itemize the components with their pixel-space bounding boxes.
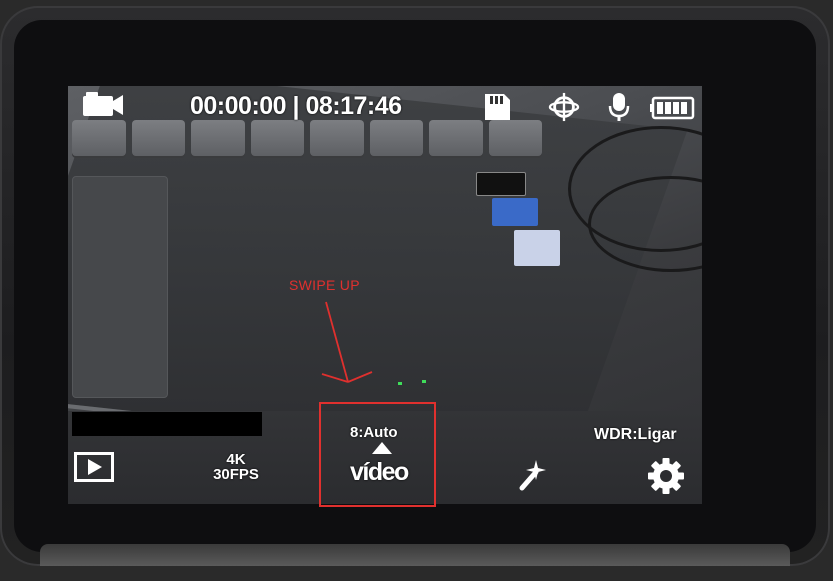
gyro-stabilizer-icon	[548, 92, 580, 122]
scene-sticker	[514, 230, 560, 266]
time-separator: |	[292, 92, 300, 120]
microphone-icon	[608, 93, 630, 121]
recording-timer: 00:00:00 | 08:17:46	[190, 92, 402, 121]
sd-card-icon	[485, 94, 510, 120]
play-icon[interactable]	[74, 452, 114, 482]
wdr-setting[interactable]: WDR:Ligar	[594, 426, 677, 444]
framerate-value: 30FPS	[213, 466, 259, 483]
gear-icon[interactable]	[646, 456, 686, 496]
scene-led	[398, 382, 402, 385]
magic-wand-icon[interactable]	[514, 458, 548, 492]
scene-led	[422, 380, 426, 383]
resolution-setting[interactable]: 4K 30FPS	[208, 452, 264, 482]
scene-sticker	[476, 172, 526, 196]
annotation-arrow-icon	[321, 301, 373, 383]
clock-time: 08:17:46	[305, 92, 402, 120]
camera-bottom-strip	[40, 544, 790, 566]
status-bar: 00:00:00 | 08:17:46	[68, 86, 702, 126]
scene-sticker	[492, 198, 538, 226]
elapsed-time: 00:00:00	[190, 92, 287, 120]
resolution-value: 4K	[226, 451, 246, 468]
scene-touchpad	[72, 176, 168, 398]
battery-icon	[650, 96, 695, 120]
redaction-bar	[72, 412, 262, 436]
annotation-highlight-box	[319, 402, 436, 507]
video-camera-icon[interactable]	[82, 92, 124, 118]
